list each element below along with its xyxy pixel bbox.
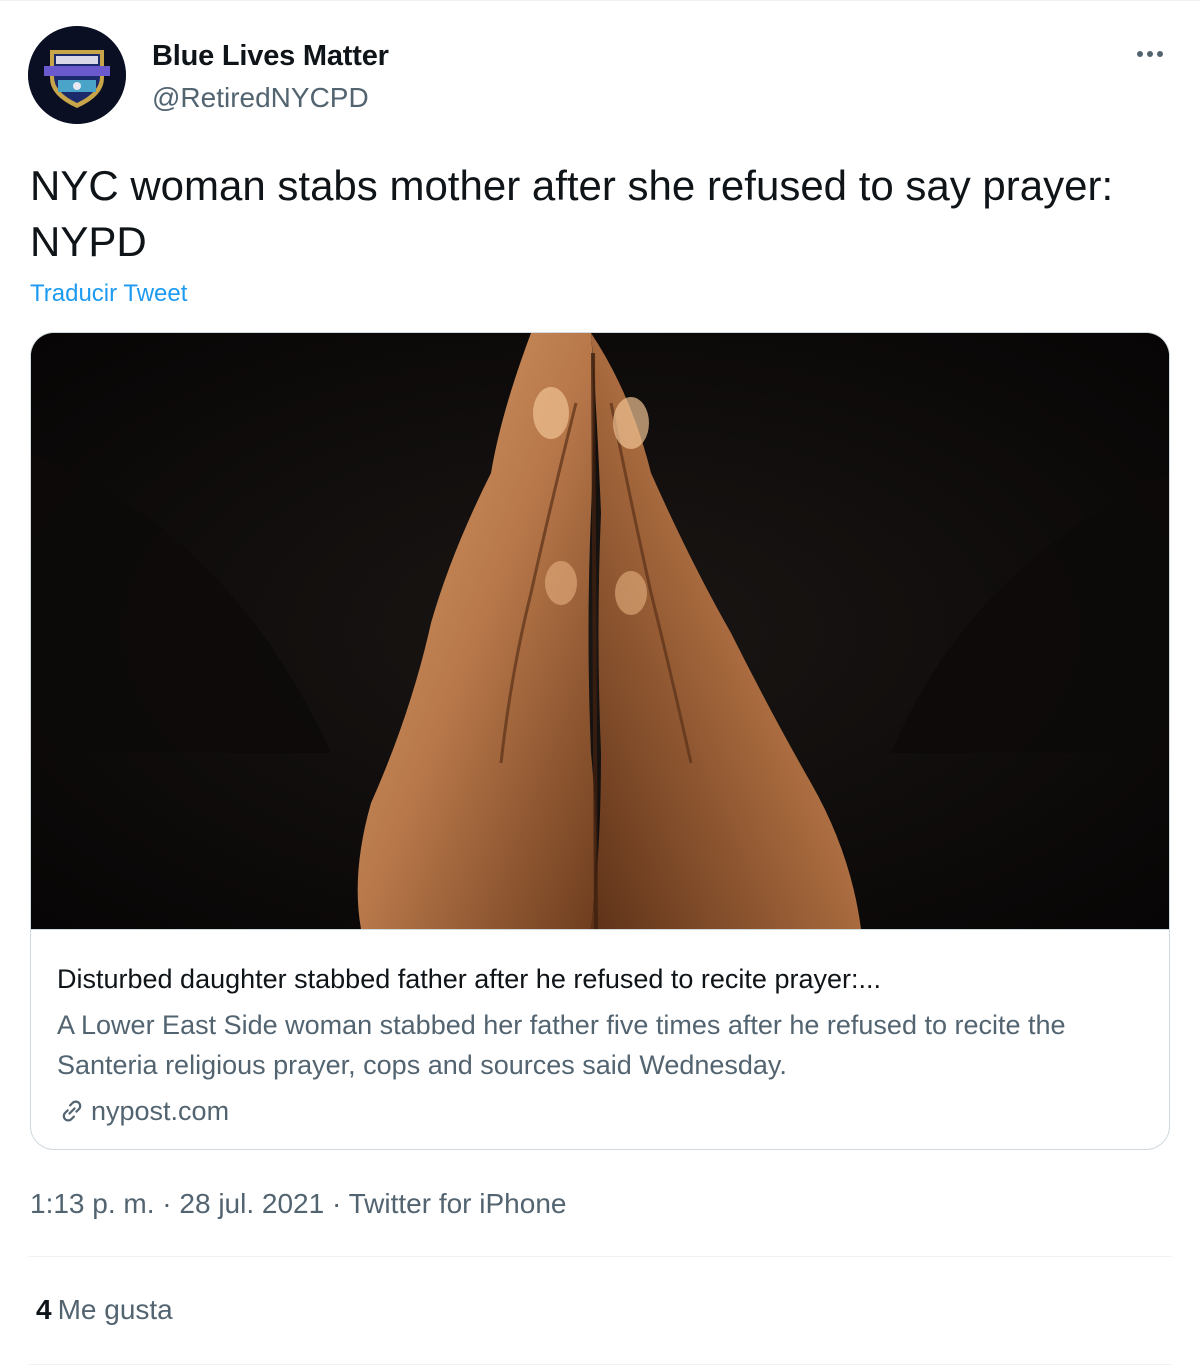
meta-separator: · (162, 1188, 172, 1219)
more-options-icon[interactable] (1128, 36, 1172, 72)
author-name[interactable]: Blue Lives Matter (152, 40, 389, 73)
divider (28, 1364, 1172, 1365)
card-image[interactable] (31, 333, 1169, 930)
tweet-text: NYC woman stabs mother after she refused… (30, 162, 1114, 265)
author-handle[interactable]: @RetiredNYCPD (152, 82, 369, 114)
tweet-source[interactable]: Twitter for iPhone (349, 1188, 567, 1219)
tweet-meta: 1:13 p. m. · 28 jul. 2021 · Twitter for … (30, 1188, 566, 1220)
avatar[interactable] (28, 26, 126, 124)
likes-stat[interactable]: 4 Me gusta (36, 1294, 173, 1326)
tweet-time[interactable]: 1:13 p. m. (30, 1188, 155, 1219)
tweet-header: Blue Lives Matter @RetiredNYCPD (28, 26, 1172, 126)
tweet-date[interactable]: 28 jul. 2021 (179, 1188, 324, 1219)
top-divider (0, 0, 1200, 4)
meta-separator: · (331, 1188, 342, 1219)
card-body: Disturbed daughter stabbed father after … (57, 961, 1147, 1129)
likes-count: 4 (36, 1294, 52, 1325)
praying-hands-photo (31, 333, 1169, 929)
likes-label: Me gusta (57, 1294, 173, 1325)
link-preview-card[interactable]: Disturbed daughter stabbed father after … (30, 332, 1170, 1150)
card-domain-text: nypost.com (91, 1096, 230, 1126)
card-title[interactable]: Disturbed daughter stabbed father after … (57, 961, 1147, 997)
link-icon (62, 1100, 82, 1122)
police-badge-icon (28, 26, 126, 124)
translate-tweet-link[interactable]: Traducir Tweet (30, 280, 187, 308)
card-description: A Lower East Side woman stabbed her fath… (57, 1010, 1066, 1080)
divider (28, 1256, 1172, 1257)
card-domain[interactable]: nypost.com (57, 1093, 1147, 1129)
